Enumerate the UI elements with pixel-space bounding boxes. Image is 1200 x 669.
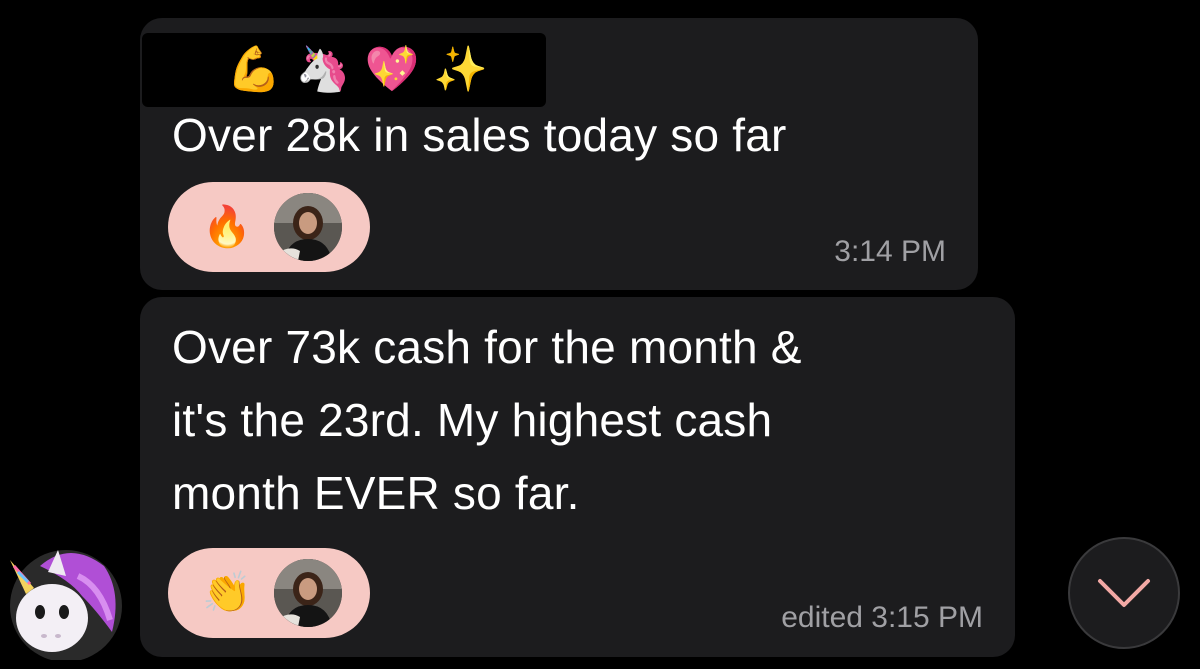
clapping-hands-reaction-icon: 👏 [202,571,252,615]
reactor-photo-icon [274,559,342,627]
reactor-avatar [274,559,342,627]
sparkles-icon: ✨ [433,45,489,94]
sparkling-heart-icon: 💖 [364,45,420,94]
message-timestamp: edited 3:15 PM [781,601,983,634]
unicorn-memoji-icon [10,550,122,662]
lightning-icon: ⚡ [182,45,213,94]
reaction-pill[interactable]: 🔥 [168,182,370,272]
chat-view: Over 28k in sales today so far 🔥 3:14 PM… [0,0,1200,669]
message-timestamp: 3:14 PM [834,235,946,268]
message-text: Over 28k in sales today so far [172,109,787,161]
flexed-biceps-icon: 💪 [226,45,282,94]
reactor-avatar [274,193,342,261]
reaction-pill[interactable]: 👏 [168,548,370,638]
fire-reaction-icon: 🔥 [202,205,252,249]
unicorn-icon: 🦄 [295,45,351,94]
sender-avatar[interactable] [0,536,124,662]
emoji-strip: ⚡ 💪 🦄 💖 ✨ [142,33,546,107]
message-text: Over 73k cash for the month & it's the 2… [172,321,802,519]
chevron-down-icon [1098,579,1150,607]
reactor-photo-icon [274,193,342,261]
scroll-down-button[interactable] [1068,537,1180,649]
message-bubble[interactable]: Over 73k cash for the month & it's the 2… [140,297,1015,657]
